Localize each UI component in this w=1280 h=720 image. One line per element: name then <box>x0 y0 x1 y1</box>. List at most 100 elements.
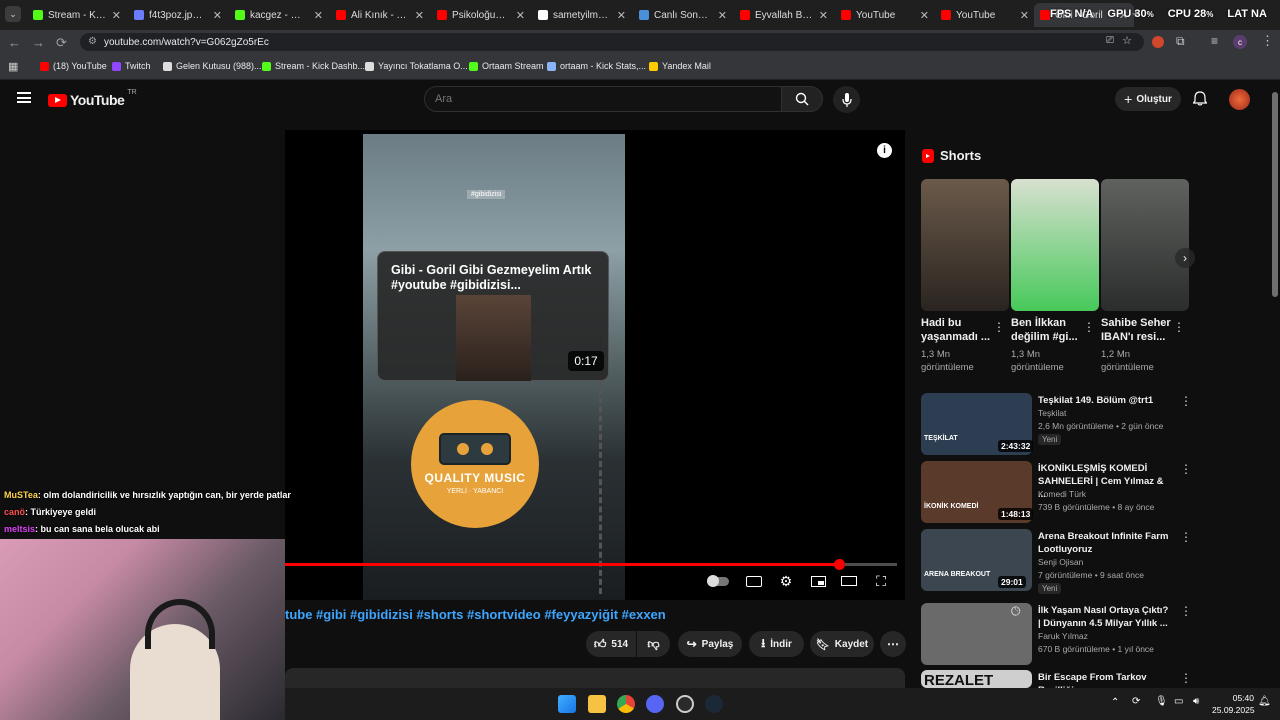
tab-close-icon[interactable]: ✕ <box>516 9 525 22</box>
fullscreen-icon[interactable]: ⛶ <box>872 573 890 589</box>
extensions-puzzle-icon[interactable]: ⧉ <box>1176 34 1185 49</box>
rec-more-icon[interactable]: ⋮ <box>1180 462 1192 476</box>
browser-tab[interactable]: Canlı Sonuçlar ✕ <box>633 3 733 27</box>
rec-title[interactable]: İlk Yaşam Nasıl Ortaya Çıktı? | Dünyanın… <box>1038 604 1173 630</box>
tray-network-icon[interactable]: ▭ <box>1174 696 1183 707</box>
description-box[interactable] <box>285 668 905 688</box>
short-thumbnail[interactable] <box>1101 179 1189 311</box>
shorts-next-arrow-icon[interactable]: › <box>1175 248 1195 268</box>
bookmark-item[interactable]: Twitch <box>112 61 151 71</box>
rec-channel[interactable]: Faruk Yılmaz <box>1038 631 1088 641</box>
extension-icon[interactable] <box>1152 36 1164 48</box>
scrollbar-thumb[interactable] <box>1272 92 1278 297</box>
watch-later-icon[interactable]: 🕒︎ <box>1011 604 1021 619</box>
rec-title[interactable]: Arena Breakout Infinite Farm Lootluyoruz <box>1038 530 1173 556</box>
browser-tab[interactable]: kacgez - Watch ✕ <box>229 3 329 27</box>
bookmark-item[interactable]: (18) YouTube <box>40 61 107 71</box>
progress-bar[interactable] <box>285 559 897 570</box>
browser-menu-icon[interactable]: ⋮ <box>1261 33 1274 49</box>
system-clock[interactable]: 05:40 25.09.2025 <box>1212 692 1255 716</box>
install-app-icon[interactable]: ⎚ <box>1106 35 1114 46</box>
bookmark-item[interactable]: ortaam - Kick Stats,... <box>547 61 646 71</box>
tab-close-icon[interactable]: ✕ <box>213 9 222 22</box>
rec-channel[interactable]: Teşkilat <box>1038 408 1066 418</box>
browser-tab[interactable]: f4t3poz.jpeg - ✕ <box>128 3 228 27</box>
obs-icon[interactable] <box>676 695 694 713</box>
tab-close-icon[interactable]: ✕ <box>920 9 929 22</box>
tray-microphone-icon[interactable]: 🎙︎ <box>1155 696 1168 707</box>
progress-scrubber[interactable] <box>833 559 845 570</box>
site-info-icon[interactable]: ⚙ <box>88 36 97 47</box>
youtube-logo[interactable]: YouTube TR <box>48 89 137 108</box>
tab-close-icon[interactable]: ✕ <box>617 9 626 22</box>
rec-more-icon[interactable]: ⋮ <box>1180 530 1192 544</box>
dislike-button[interactable]: 👎︎ <box>637 631 670 657</box>
subtitles-icon[interactable] <box>745 574 763 588</box>
rec-channel[interactable]: Senji Ojisan <box>1038 557 1083 567</box>
steam-icon[interactable] <box>705 695 723 713</box>
tab-search-button[interactable]: ⌄ <box>5 6 21 22</box>
bookmark-item[interactable]: Gelen Kutusu (988)... <box>163 61 262 71</box>
rec-more-icon[interactable]: ⋮ <box>1180 671 1192 685</box>
bookmark-item[interactable]: Yandex Mail <box>649 61 711 71</box>
tab-close-icon[interactable]: ✕ <box>112 9 121 22</box>
profile-avatar[interactable]: c <box>1233 35 1247 49</box>
file-explorer-icon[interactable] <box>588 695 606 713</box>
like-button[interactable]: 👍︎ 514 <box>586 631 636 657</box>
address-bar[interactable]: ⚙ youtube.com/watch?v=G062gZo5rEc ⎚ ☆ <box>80 33 1144 51</box>
bookmark-item[interactable]: Yayıncı Tokatlama O... <box>365 61 468 71</box>
browser-tab[interactable]: YouTube ✕ <box>935 3 1035 27</box>
info-icon[interactable]: i <box>877 143 892 158</box>
rec-title[interactable]: Teşkilat 149. Bölüm @trt1 <box>1038 394 1173 407</box>
reading-list-icon[interactable]: ≡ <box>1211 34 1218 48</box>
voice-search-button[interactable] <box>833 86 860 113</box>
bookmark-item[interactable]: Stream - Kick Dashb... <box>262 61 365 71</box>
reload-icon[interactable]: ⟳ <box>56 35 67 51</box>
notifications-bell-icon[interactable] <box>1192 91 1208 106</box>
tray-chevron-icon[interactable]: ⌃ <box>1111 697 1119 708</box>
browser-tab[interactable]: Eyvallah Bizden ✕ <box>734 3 834 27</box>
chrome-icon[interactable] <box>617 695 635 713</box>
bookmark-star-icon[interactable]: ☆ <box>1122 34 1132 47</box>
short-more-icon[interactable]: ⋮ <box>1083 320 1095 334</box>
discord-icon[interactable] <box>646 695 664 713</box>
browser-tab[interactable]: Stream - Kick D ✕ <box>27 3 127 27</box>
tab-close-icon[interactable]: ✕ <box>718 9 727 22</box>
tray-volume-icon[interactable]: 🔊︎ <box>1193 696 1199 707</box>
short-more-icon[interactable]: ⋮ <box>1173 320 1185 334</box>
rec-more-icon[interactable]: ⋮ <box>1180 604 1192 618</box>
short-thumbnail[interactable] <box>1011 179 1099 311</box>
notification-center-icon[interactable]: 🔔︎ <box>1258 696 1271 707</box>
hamburger-menu-icon[interactable] <box>17 92 31 103</box>
tab-close-icon[interactable]: ✕ <box>819 9 828 22</box>
short-title[interactable]: Ben İlkkan değilim #gi... <box>1011 316 1081 344</box>
short-thumbnail[interactable] <box>921 179 1009 311</box>
forward-icon[interactable]: → <box>32 35 45 50</box>
settings-gear-icon[interactable]: ⚙ <box>777 573 795 589</box>
windows-start-icon[interactable] <box>558 695 576 713</box>
tab-close-icon[interactable]: ✕ <box>1020 9 1029 22</box>
short-more-icon[interactable]: ⋮ <box>993 320 1005 334</box>
share-button[interactable]: ↪ Paylaş <box>678 631 742 657</box>
back-icon[interactable]: ← <box>8 35 21 50</box>
search-button[interactable] <box>781 86 823 112</box>
theater-mode-icon[interactable] <box>840 574 858 588</box>
miniplayer-icon[interactable] <box>809 574 827 588</box>
search-input[interactable] <box>424 86 782 112</box>
tab-close-icon[interactable]: ✕ <box>314 9 323 22</box>
rec-more-icon[interactable]: ⋮ <box>1180 394 1192 408</box>
tab-close-icon[interactable]: ✕ <box>415 9 424 22</box>
create-button[interactable]: + Oluştur <box>1115 87 1181 111</box>
account-avatar[interactable] <box>1229 89 1250 110</box>
rec-channel[interactable]: Komedi Türk <box>1038 489 1086 499</box>
save-button[interactable]: 🔖︎ Kaydet <box>810 631 874 657</box>
bookmark-item[interactable]: Ortaam Stream <box>469 61 544 71</box>
autoplay-toggle[interactable] <box>707 574 729 588</box>
apps-grid-icon[interactable]: ▦ <box>8 60 18 73</box>
download-button[interactable]: ⭳ İndir <box>749 631 804 657</box>
browser-tab[interactable]: sametyilmaz (@ ✕ <box>532 3 632 27</box>
browser-tab[interactable]: Psikoloğun Ke ✕ <box>431 3 531 27</box>
browser-tab[interactable]: Ali Kınık - Yalnı ✕ <box>330 3 430 27</box>
more-actions-button[interactable]: ⋯ <box>880 631 906 657</box>
browser-tab[interactable]: YouTube ✕ <box>835 3 935 27</box>
